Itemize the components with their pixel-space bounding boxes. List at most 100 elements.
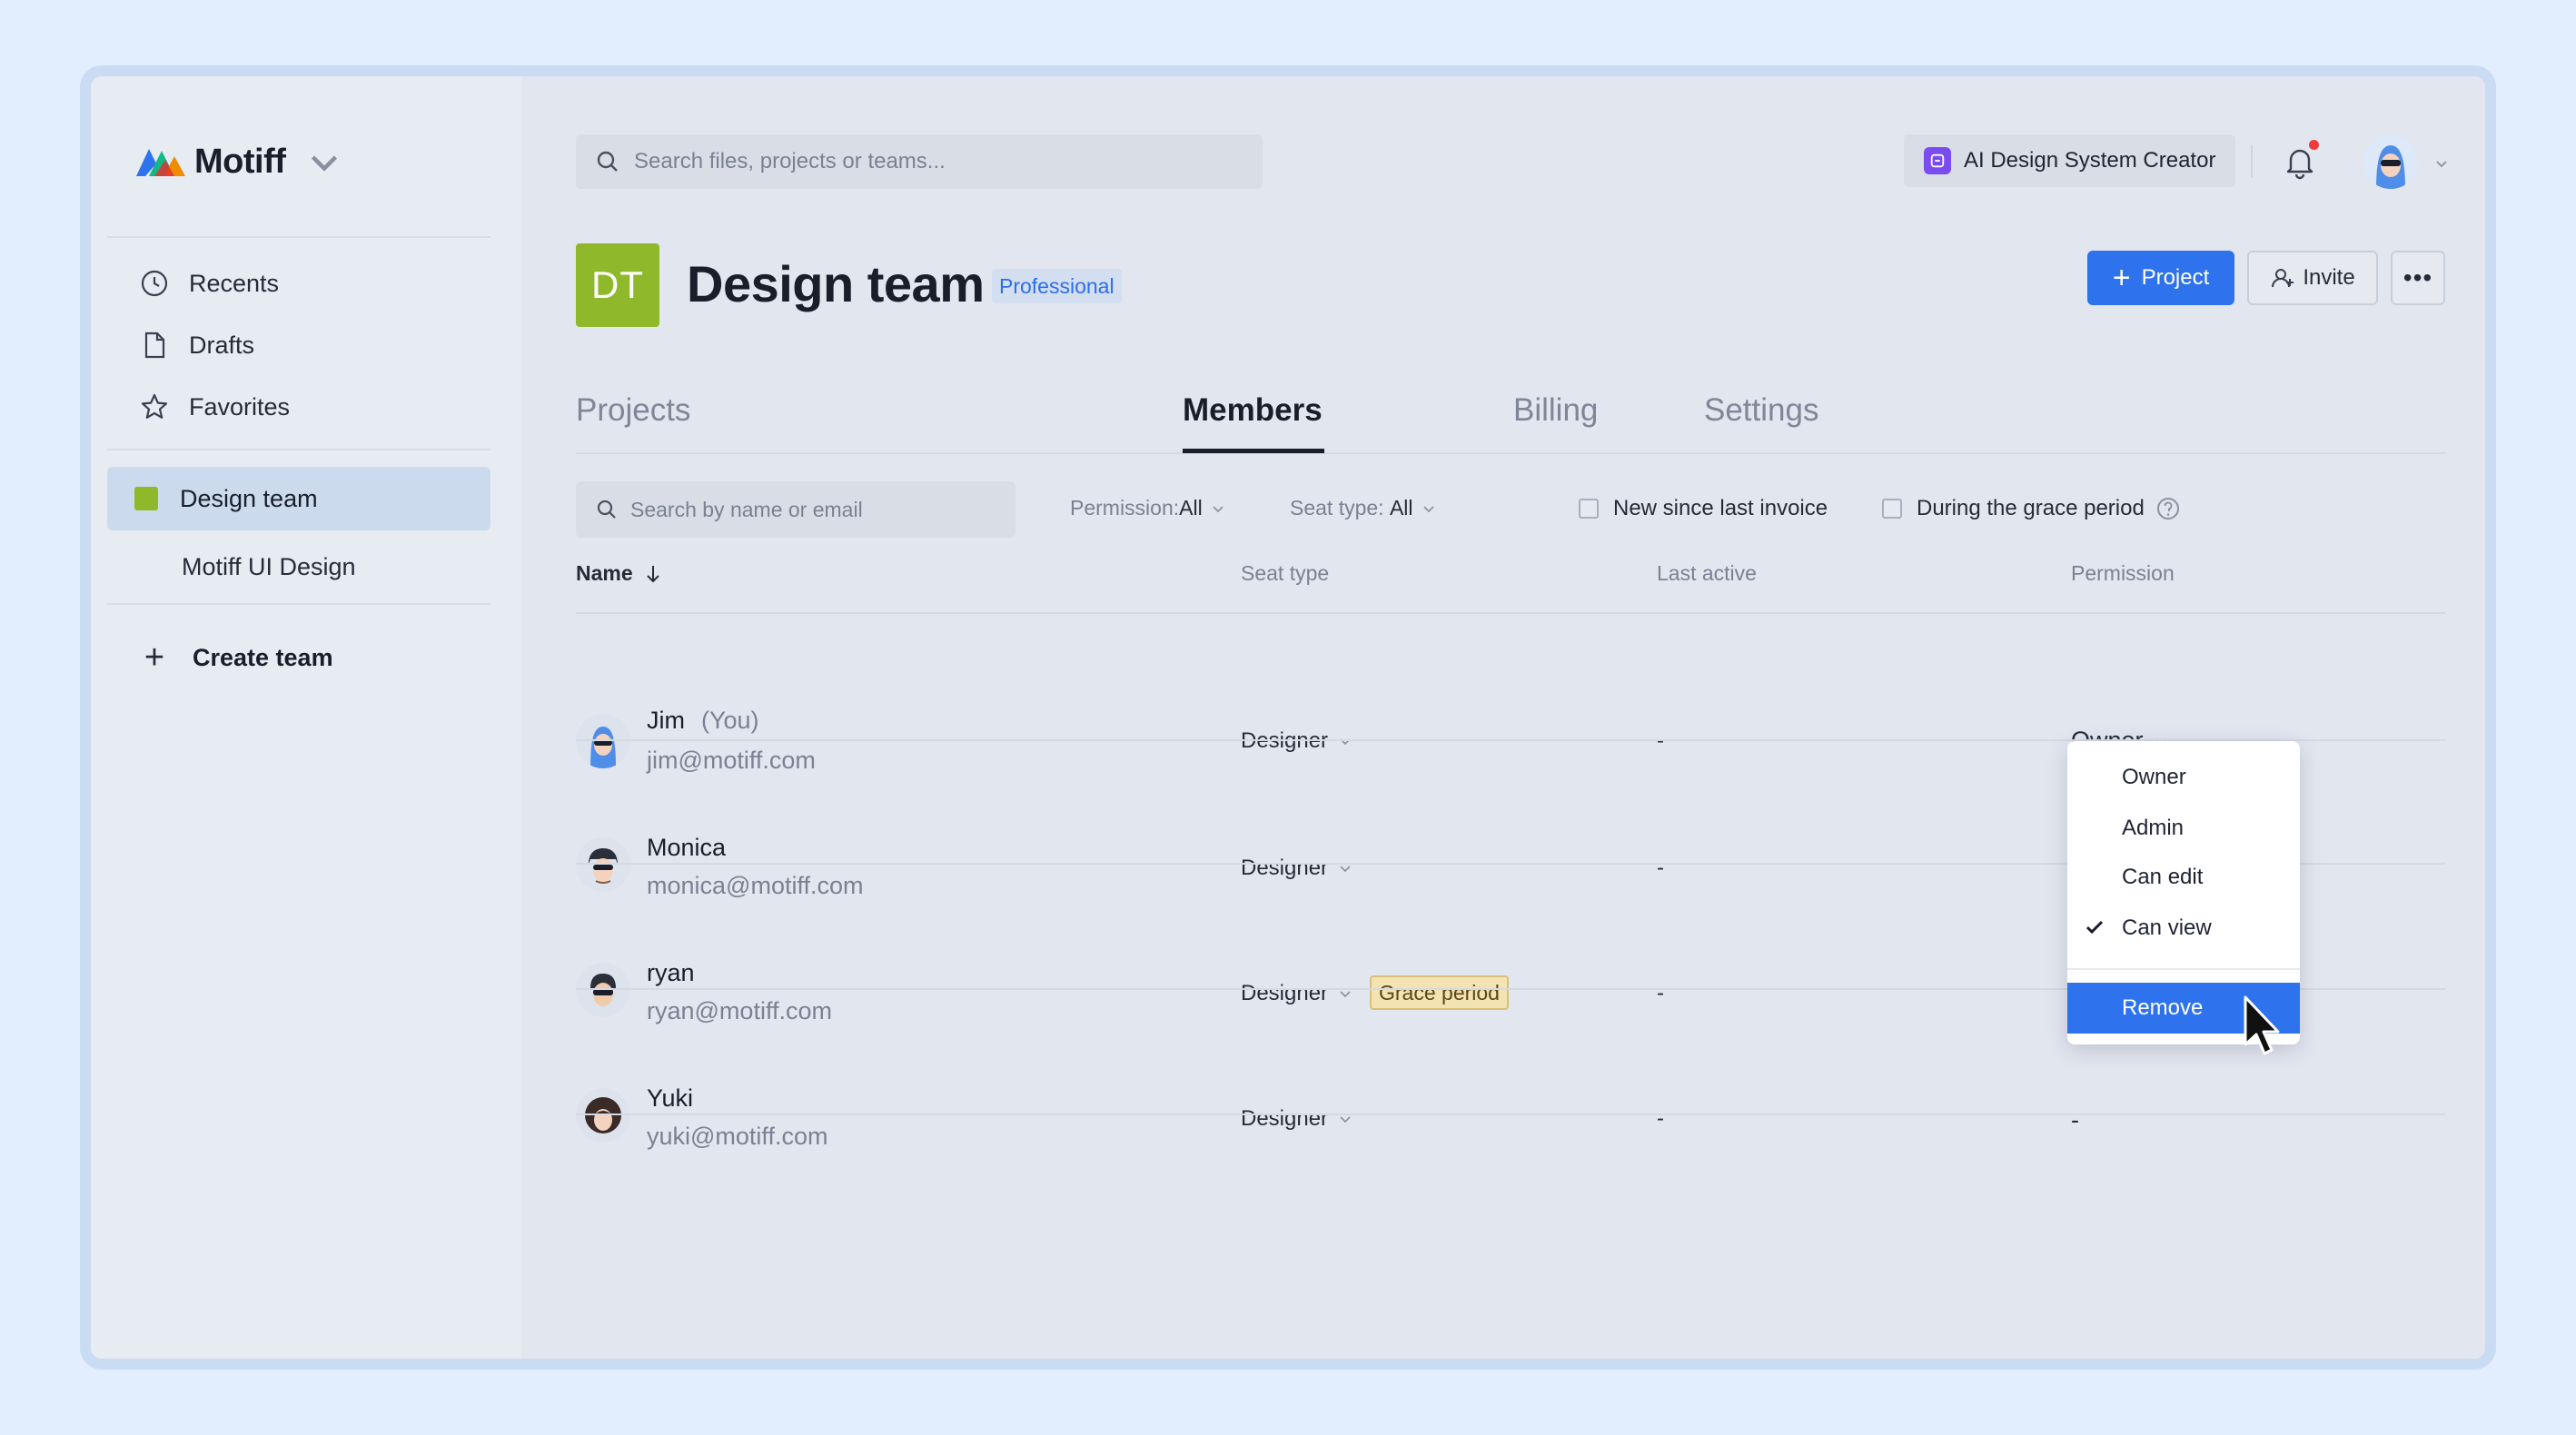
divider: [107, 449, 490, 450]
nav-drafts[interactable]: Drafts: [140, 320, 254, 371]
tabs-divider: [576, 452, 2445, 454]
tab-members[interactable]: Members: [1183, 392, 1323, 429]
new-since-invoice-filter[interactable]: New since last invoice: [1579, 496, 1828, 521]
nav-favorites[interactable]: Favorites: [140, 381, 290, 432]
help-icon[interactable]: [2155, 496, 2181, 521]
avatar: [576, 837, 630, 892]
nav-label: Favorites: [189, 392, 291, 421]
avatar: [576, 714, 630, 768]
column-header-name[interactable]: Name: [576, 561, 662, 586]
check-icon: [2086, 920, 2104, 935]
project-button-label: Project: [2141, 265, 2210, 290]
invite-button-label: Invite: [2303, 265, 2355, 290]
team-label: Design team: [180, 484, 318, 512]
menu-item-owner[interactable]: Owner: [2122, 765, 2186, 790]
divider: [107, 603, 490, 605]
global-search-input[interactable]: Search files, projects or teams...: [576, 134, 1263, 189]
app-name: Motiff: [194, 142, 286, 181]
divider: [2251, 145, 2253, 178]
seat-type-filter[interactable]: Seat type: All: [1290, 496, 1435, 520]
divider: [576, 612, 2445, 614]
tab-billing[interactable]: Billing: [1513, 392, 1598, 429]
invite-button[interactable]: Invite: [2247, 251, 2378, 305]
more-options-button[interactable]: •••: [2391, 251, 2445, 305]
chevron-down-icon[interactable]: [2434, 156, 2449, 171]
seat-value: Designer: [1241, 728, 1329, 753]
grace-period-filter[interactable]: During the grace period: [1882, 496, 2181, 521]
chevron-down-icon: [312, 155, 338, 172]
seat-type-dropdown[interactable]: Designer: [1241, 728, 1352, 754]
chevron-down-icon: [1422, 505, 1434, 512]
menu-item-admin[interactable]: Admin: [2122, 816, 2184, 841]
user-avatar[interactable]: [2363, 134, 2418, 189]
plus-icon: +: [144, 638, 165, 677]
seat-type-dropdown[interactable]: Designer: [1241, 981, 1352, 1006]
divider: [107, 236, 490, 238]
last-active: -: [1657, 1106, 1664, 1131]
header-label: Name: [576, 561, 633, 585]
checkbox[interactable]: [1579, 499, 1599, 519]
member-name: Yuki: [647, 1084, 694, 1112]
more-icon: •••: [2403, 263, 2433, 292]
nav-label: Drafts: [189, 331, 255, 359]
member-name: Jim (You): [647, 707, 759, 735]
avatar: [576, 1088, 630, 1143]
seat-type-dropdown[interactable]: Designer: [1241, 1106, 1352, 1132]
filter-label: Seat type:: [1290, 496, 1390, 520]
divider: [576, 1113, 2445, 1115]
active-tab-indicator: [1183, 449, 1324, 453]
nav-recents[interactable]: Recents: [140, 258, 279, 309]
sidebar-item-design-team[interactable]: Design team: [107, 467, 490, 530]
tab-settings[interactable]: Settings: [1704, 392, 1818, 429]
member-search-input[interactable]: Search by name or email: [576, 481, 1016, 538]
chevron-down-icon: [1340, 738, 1351, 746]
checkbox[interactable]: [1882, 499, 1902, 519]
you-tag: (You): [701, 707, 759, 734]
member-name: ryan: [647, 959, 695, 986]
member-search-placeholder: Search by name or email: [630, 497, 863, 521]
motiff-logo-icon: [136, 149, 185, 176]
last-active: -: [1657, 728, 1664, 754]
member-name: Monica: [647, 834, 727, 861]
seat-value: Designer: [1241, 856, 1329, 880]
page-title: Design team: [687, 255, 985, 312]
filter-label: Permission:: [1070, 496, 1180, 520]
search-icon: [597, 500, 616, 519]
member-email: yuki@motiff.com: [647, 1123, 828, 1150]
menu-divider: [2067, 968, 2300, 970]
seat-type-dropdown[interactable]: Designer: [1241, 856, 1352, 881]
file-icon: [144, 332, 165, 359]
filter-value: All: [1179, 496, 1203, 520]
filter-value: All: [1389, 496, 1413, 520]
sidebar: Motiff Recents Drafts Favorites Design t…: [91, 76, 521, 1359]
grace-period-badge: Grace period: [1370, 975, 1509, 1010]
chevron-down-icon: [1213, 505, 1224, 512]
column-header-last-active: Last active: [1657, 561, 1757, 585]
permission-dropdown[interactable]: -: [2071, 1106, 2079, 1134]
add-project-button[interactable]: + Project: [2087, 251, 2234, 305]
menu-item-can-edit[interactable]: Can edit: [2122, 865, 2203, 890]
seat-value: Designer: [1241, 1106, 1329, 1131]
arrow-down-icon: [646, 565, 659, 582]
plan-badge: Professional: [992, 269, 1122, 303]
member-email: monica@motiff.com: [647, 872, 864, 899]
menu-item-can-view[interactable]: Can view: [2122, 915, 2212, 941]
search-icon: [597, 151, 618, 172]
workspace-switcher[interactable]: Motiff: [134, 140, 351, 183]
team-color-icon: [134, 487, 158, 510]
sidebar-item-motiff-ui-design[interactable]: Motiff UI Design: [182, 541, 356, 592]
create-team-label: Create team: [193, 643, 333, 671]
nav-label: Recents: [189, 269, 280, 297]
create-team-button[interactable]: + Create team: [140, 632, 333, 683]
permission-value: -: [2071, 1106, 2079, 1133]
ai-design-system-button[interactable]: AI Design System Creator: [1904, 134, 2236, 187]
last-active: -: [1657, 856, 1664, 880]
last-active: -: [1657, 981, 1664, 1005]
add-user-icon: [2272, 269, 2294, 288]
permission-filter[interactable]: Permission: All: [1070, 496, 1224, 520]
tab-projects[interactable]: Projects: [576, 392, 690, 429]
avatar: [576, 963, 630, 1017]
member-email: jim@motiff.com: [647, 747, 816, 774]
seat-value: Designer: [1241, 981, 1329, 1005]
ai-button-label: AI Design System Creator: [1964, 148, 2216, 173]
